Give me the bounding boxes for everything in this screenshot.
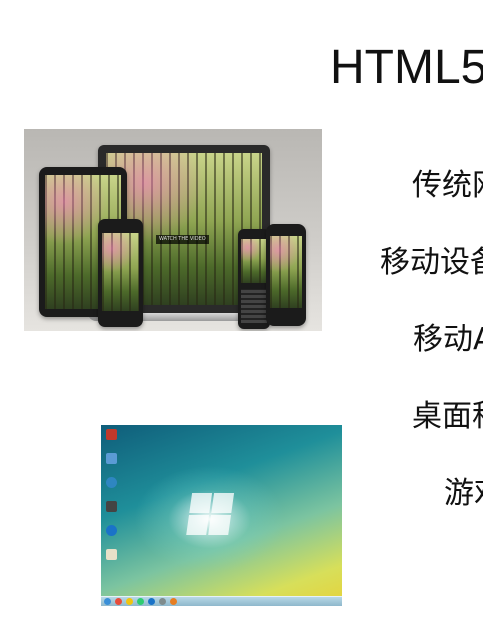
bullet-item-4: 桌面程 [412, 399, 483, 434]
bullet-item-2: 移动设备 [380, 245, 483, 280]
taskbar-app-icon [159, 598, 166, 605]
taskbar-app-icon [126, 598, 133, 605]
bullet-item-3: 移动A [413, 322, 483, 357]
watch-video-label: WATCH THE VIDEO [156, 235, 209, 244]
windows-logo-icon [186, 493, 236, 537]
start-button-icon [104, 598, 111, 605]
recycle-bin-icon [106, 501, 117, 512]
taskbar [101, 596, 342, 606]
slide: HTML5 传统网 移动设备 移动A 桌面程 游戏 WATCH THE VIDE… [0, 0, 483, 639]
document-icon [106, 549, 117, 560]
taskbar-app-icon [115, 598, 122, 605]
network-icon [106, 477, 117, 488]
multi-device-image: WATCH THE VIDEO [24, 129, 322, 331]
android-phone-icon [266, 224, 306, 326]
bullet-item-5: 游戏 [444, 476, 483, 511]
taskbar-app-icon [137, 598, 144, 605]
taskbar-app-icon [170, 598, 177, 605]
desktop-folder-icon [106, 429, 117, 440]
smartphone-icon [98, 219, 143, 327]
windows-desktop-image [101, 425, 342, 606]
computer-icon [106, 453, 117, 464]
bullet-item-1: 传统网 [412, 168, 483, 203]
slide-title: HTML5 [330, 41, 483, 94]
taskbar-app-icon [148, 598, 155, 605]
browser-icon [106, 525, 117, 536]
